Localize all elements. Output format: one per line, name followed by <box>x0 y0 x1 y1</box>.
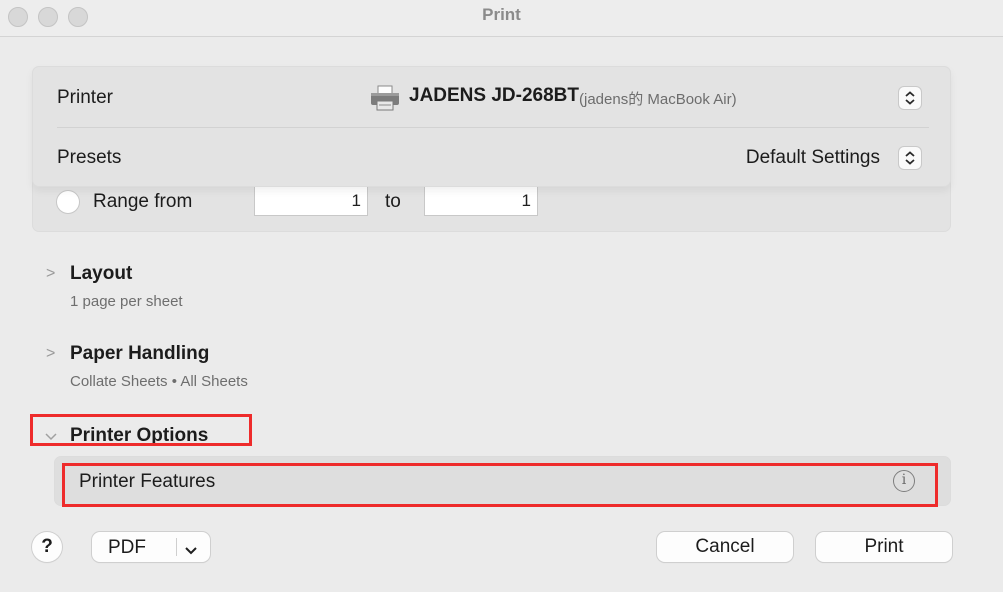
range-from-label: Range from <box>93 191 193 212</box>
layout-disclosure-icon[interactable]: > <box>46 265 55 283</box>
range-to-field[interactable]: 1 <box>425 185 537 215</box>
printer-presets-panel: Printer JADENS JD-268BT (jadens的 MacBook… <box>32 66 951 187</box>
layout-summary: 1 page per sheet <box>70 293 183 310</box>
range-to-label: to <box>385 191 401 212</box>
layout-section-title[interactable]: Layout <box>70 263 132 285</box>
printer-stepper-icon[interactable] <box>899 87 921 109</box>
printer-host: (jadens的 MacBook Air) <box>579 91 737 108</box>
panel-divider <box>57 127 929 128</box>
title-bar: Print <box>0 0 1003 37</box>
printer-name: JADENS JD-268BT <box>409 85 579 106</box>
range-from-field[interactable]: 1 <box>255 185 367 215</box>
presets-stepper-icon[interactable] <box>899 147 921 169</box>
help-button[interactable]: ? <box>32 532 62 562</box>
printer-options-highlight <box>30 414 252 446</box>
printer-icon <box>369 85 401 111</box>
presets-label: Presets <box>57 147 122 168</box>
cancel-button[interactable]: Cancel <box>657 532 793 562</box>
paper-handling-summary: Collate Sheets • All Sheets <box>70 373 248 390</box>
print-button[interactable]: Print <box>816 532 952 562</box>
pdf-label: PDF <box>108 537 146 558</box>
pdf-chevron-down-icon[interactable] <box>184 541 198 563</box>
range-to-value: 1 <box>521 191 531 210</box>
printer-select[interactable]: JADENS JD-268BT (jadens的 MacBook Air) <box>369 81 929 113</box>
range-radio-button[interactable] <box>57 191 79 213</box>
pdf-separator <box>176 538 177 556</box>
presets-value[interactable]: Default Settings <box>746 147 880 169</box>
range-from-value: 1 <box>351 191 361 210</box>
pdf-menu-button[interactable]: PDF <box>92 532 210 562</box>
window-title: Print <box>482 5 521 24</box>
paper-handling-disclosure-icon[interactable]: > <box>46 345 55 363</box>
printer-features-highlight <box>62 463 938 507</box>
printer-label: Printer <box>57 87 113 108</box>
paper-handling-section-title[interactable]: Paper Handling <box>70 343 209 365</box>
